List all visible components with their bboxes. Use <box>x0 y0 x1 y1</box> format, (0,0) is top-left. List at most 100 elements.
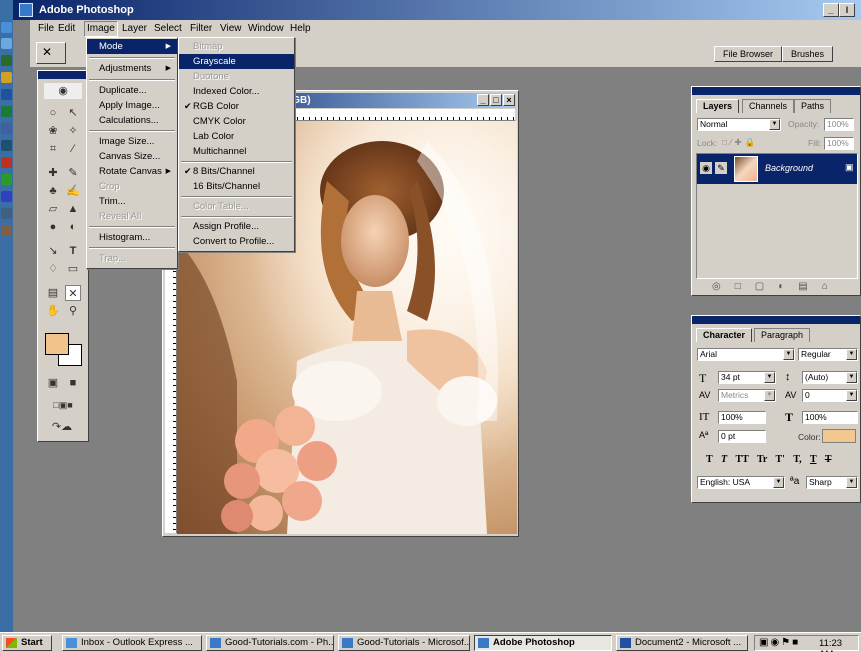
all-caps-button[interactable]: TT <box>735 454 748 465</box>
menu-item-lab-color[interactable]: Lab Color <box>179 129 294 144</box>
dodge-tool-icon[interactable]: ◐ <box>65 219 81 235</box>
brush-link-icon[interactable]: ✎ <box>715 162 727 174</box>
font-family-select[interactable]: Arial ▼ <box>697 348 795 361</box>
menu-item-convert-to-profile[interactable]: Convert to Profile... <box>179 234 294 249</box>
screen-mode-icons[interactable]: □▣■ <box>43 397 83 413</box>
tool-preset-picker[interactable]: ✕ <box>36 42 66 64</box>
taskbar-item-word[interactable]: Document2 - Microsoft ... <box>616 635 748 651</box>
start-button[interactable]: Start <box>2 635 52 651</box>
photoshop-eye-icon[interactable]: ◉ <box>44 83 82 99</box>
app-icon-11[interactable] <box>1 208 12 219</box>
leading-input[interactable]: (Auto) ▼ <box>802 371 858 384</box>
menu-item-grayscale[interactable]: Grayscale <box>179 54 294 69</box>
language-select[interactable]: English: USA ▼ <box>697 476 785 489</box>
tab-paragraph[interactable]: Paragraph <box>754 328 811 342</box>
visibility-eye-icon[interactable]: ◉ <box>700 162 712 174</box>
menu-view[interactable]: View <box>220 23 242 34</box>
restore-button[interactable]: ǀ <box>839 3 855 17</box>
blend-mode-select[interactable]: Normal ▼ <box>697 118 781 131</box>
tab-paths[interactable]: Paths <box>794 99 832 113</box>
doc-maximize-button[interactable]: □ <box>490 94 502 106</box>
app-titlebar[interactable]: Adobe Photoshop _ ǀ <box>13 0 861 20</box>
excel-icon[interactable] <box>1 55 12 66</box>
menu-item-calculations[interactable]: Calculations... <box>87 113 177 128</box>
word-icon[interactable] <box>1 89 12 100</box>
slice-tool-icon[interactable]: ∕ <box>65 141 81 157</box>
tab-character[interactable]: Character <box>696 328 753 342</box>
kerning-input[interactable]: Metrics ▼ <box>718 389 776 402</box>
antialias-select[interactable]: Sharp ▼ <box>806 476 858 489</box>
outlook-icon[interactable] <box>1 38 12 49</box>
brush-tool-icon[interactable]: ✎ <box>65 165 81 181</box>
app-icon-12[interactable] <box>1 225 12 236</box>
hand-tool-icon[interactable]: ✋ <box>45 303 61 319</box>
taskbar-item-photoshop[interactable]: Adobe Photoshop <box>474 635 612 651</box>
menu-item-16-bits[interactable]: 16 Bits/Channel <box>179 179 294 194</box>
baseline-shift-input[interactable]: 0 pt <box>718 430 766 443</box>
lasso-tool-icon[interactable]: ❀ <box>45 123 61 139</box>
menu-item-adjustments[interactable]: Adjustments ▶ <box>87 61 177 76</box>
menu-help[interactable]: Help <box>290 23 311 34</box>
menu-item-duplicate[interactable]: Duplicate... <box>87 83 177 98</box>
menu-item-rgb-color[interactable]: ✔ RGB Color <box>179 99 294 114</box>
crop-tool-icon[interactable]: ⌗ <box>45 141 61 157</box>
font-style-select[interactable]: Regular ▼ <box>798 348 858 361</box>
layer-palette-buttons[interactable]: ◎□▢◐▤⌂ <box>712 281 842 292</box>
brushes-button[interactable]: Brushes <box>782 46 834 62</box>
menu-item-assign-profile[interactable]: Assign Profile... <box>179 219 294 234</box>
pen-tool-icon[interactable]: ♢ <box>45 261 61 277</box>
standard-mode-icon[interactable]: ▣ <box>45 375 61 391</box>
history-brush-tool-icon[interactable]: ✍ <box>65 183 81 199</box>
minimize-button[interactable]: _ <box>823 3 839 17</box>
vertical-scale-input[interactable]: 100% <box>718 411 766 424</box>
clone-stamp-tool-icon[interactable]: ♣ <box>45 183 61 199</box>
quick-mask-mode-icon[interactable]: ■ <box>65 375 81 391</box>
eyedropper-tool-icon[interactable]: ✕ <box>65 285 81 301</box>
menu-image[interactable]: Image <box>84 21 118 37</box>
marquee-tool-icon[interactable]: ○ <box>45 105 61 121</box>
magic-wand-tool-icon[interactable]: ✧ <box>65 123 81 139</box>
folder-icon[interactable] <box>1 72 12 83</box>
font-size-input[interactable]: 34 pt ▼ <box>718 371 776 384</box>
opacity-input[interactable]: 100% <box>824 118 854 131</box>
path-selection-tool-icon[interactable]: ↘ <box>45 243 61 259</box>
faux-italic-button[interactable]: T <box>721 454 727 465</box>
menu-item-trim[interactable]: Trim... <box>87 194 177 209</box>
healing-brush-tool-icon[interactable]: ✚ <box>45 165 61 181</box>
ie-icon[interactable] <box>1 22 12 33</box>
jump-to-imageready-icon[interactable]: ↷☁ <box>45 419 79 435</box>
superscript-button[interactable]: T' <box>775 454 784 465</box>
menu-item-apply-image[interactable]: Apply Image... <box>87 98 177 113</box>
faux-bold-button[interactable]: T <box>706 454 713 465</box>
text-color-swatch[interactable] <box>822 429 856 443</box>
menu-layer[interactable]: Layer <box>122 23 147 34</box>
menu-item-mode[interactable]: Mode ▶ <box>87 39 177 54</box>
menu-item-color-table[interactable]: Color Table... <box>179 199 294 214</box>
toolbox-titlebar[interactable] <box>38 71 88 79</box>
character-palette-titlebar[interactable] <box>692 316 860 324</box>
app-icon-7[interactable] <box>1 140 12 151</box>
menu-item-crop[interactable]: Crop <box>87 179 177 194</box>
app-icon-9[interactable] <box>1 174 12 185</box>
acrobat-icon[interactable] <box>1 157 12 168</box>
notes-tool-icon[interactable]: ▤ <box>45 285 61 301</box>
menu-item-rotate-canvas[interactable]: Rotate Canvas ▶ <box>87 164 177 179</box>
menu-item-trap[interactable]: Trap... <box>87 251 177 266</box>
tray-icons[interactable]: ▣◉⚑■ <box>759 637 800 648</box>
underline-button[interactable]: T <box>810 454 817 465</box>
menu-select[interactable]: Select <box>154 23 182 34</box>
tab-channels[interactable]: Channels <box>742 99 795 113</box>
text-style-buttons[interactable]: T T TT Tr T' T, T T <box>706 454 832 465</box>
strikethrough-button[interactable]: T <box>825 454 832 465</box>
menu-window[interactable]: Window <box>248 23 284 34</box>
lock-icons[interactable]: □∕✚🔒 <box>722 137 758 148</box>
taskbar-item-outlook[interactable]: Inbox - Outlook Express ... <box>62 635 202 651</box>
menu-item-canvas-size[interactable]: Canvas Size... <box>87 149 177 164</box>
subscript-button[interactable]: T, <box>793 454 801 465</box>
small-caps-button[interactable]: Tr <box>757 454 767 465</box>
taskbar-item-ie-2[interactable]: Good-Tutorials - Microsof... <box>338 635 470 651</box>
type-tool-icon[interactable]: T <box>65 243 81 259</box>
menu-file[interactable]: File <box>38 23 54 34</box>
spreadsheet-icon[interactable] <box>1 106 12 117</box>
zoom-tool-icon[interactable]: ⚲ <box>65 303 81 319</box>
